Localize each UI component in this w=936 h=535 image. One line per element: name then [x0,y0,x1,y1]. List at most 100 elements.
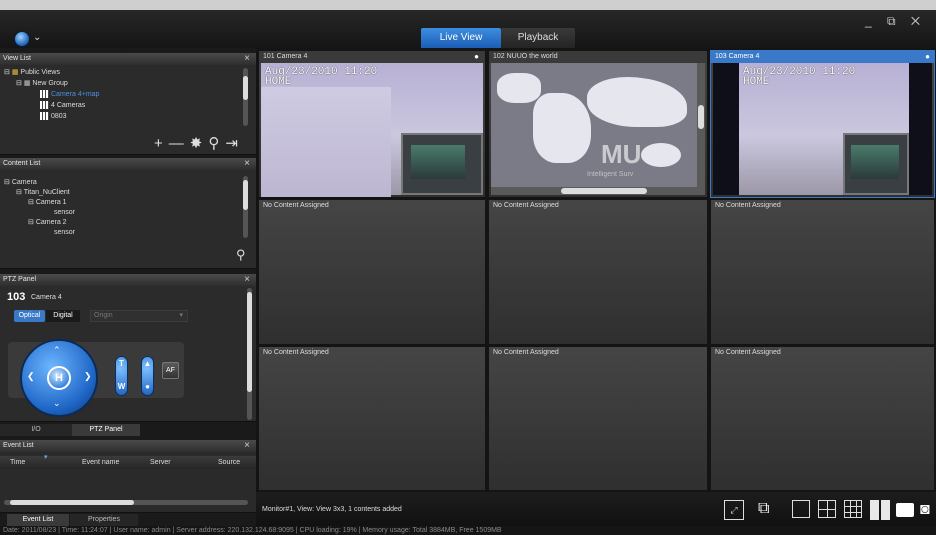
layout-3x3-icon[interactable] [844,500,862,518]
arrow-left-icon[interactable]: ❮ [27,371,35,382]
map-cell-102[interactable]: 102 NUUO the world MU Intelligent Surv [489,51,707,197]
tab-live-view[interactable]: Live View [421,28,501,48]
horizontal-scrollbar[interactable] [491,187,705,195]
empty-cell[interactable]: No Content Assigned [259,347,485,490]
view-grid-icon [40,101,49,110]
focus-control[interactable]: ▲ ● [141,356,154,396]
empty-cell[interactable]: No Content Assigned [489,200,707,344]
layout-1x1-icon[interactable] [792,500,810,518]
camera-osd-timestamp: Aug/23/2010 11:20 HOME [743,66,856,88]
window-controls[interactable]: _ ⧉ ✕ [865,14,926,29]
view-more-icon[interactable] [896,503,914,517]
layout-custom-icon[interactable] [870,500,890,520]
content-list-header: Content List × [0,158,256,170]
cell-title: No Content Assigned [715,349,781,356]
ptz-panel-title: PTZ Panel [3,276,37,283]
app-menu-globe-icon[interactable] [14,31,30,47]
sort-icon: ▾ [44,454,48,461]
layout-2x2-icon[interactable] [818,500,836,518]
tree-item-camera-4-map[interactable]: Camera 4+map [40,90,99,100]
snapshot-camera-icon[interactable]: ◙ [920,500,936,520]
view-list-toolbar[interactable]: +—✸⚲⇥ [154,136,244,151]
horizontal-scrollbar[interactable] [4,500,248,505]
switch-monitor-icon[interactable]: ⧉ [758,500,778,520]
empty-cell[interactable]: No Content Assigned [711,200,934,344]
tree-item-camera[interactable]: ⊟ Camera [4,178,37,188]
empty-cell[interactable]: No Content Assigned [259,200,485,344]
arrow-down-icon[interactable]: ⌄ [53,398,61,409]
content-list-title: Content List [3,160,41,167]
map-watermark: MU [601,139,642,169]
vertical-scrollbar[interactable] [697,63,705,187]
camera-video-feed: Aug/23/2010 11:20 HOME [261,63,483,197]
tree-item-sensor[interactable]: sensor [54,208,75,218]
cell-title: 101 Camera 4 [259,51,485,63]
view-list-panel: ⊟ ▦ Public Views ⊟ ▦ New Group Camera 4+… [0,65,256,155]
mode-optical-button[interactable]: Optical [14,310,45,322]
tree-item-public-views[interactable]: ⊟ ▦ Public Views [4,68,60,78]
close-icon[interactable]: × [244,53,250,64]
column-time[interactable]: Time [10,456,25,469]
search-icon[interactable]: ⚲ [236,248,246,261]
tree-item-4-cameras[interactable]: 4 Cameras [40,101,85,111]
cell-title: 102 NUUO the world [489,51,707,63]
monitor-status-text: Monitor#1, View: View 3x3, 1 contents ad… [262,506,402,513]
close-icon[interactable]: × [244,440,250,451]
column-event-name[interactable]: Event name [82,456,119,469]
cell-title: No Content Assigned [493,349,559,356]
scrollbar[interactable] [243,68,248,126]
view-list-header: View List × [0,53,256,65]
close-icon[interactable]: × [244,158,250,169]
tab-properties[interactable]: Properties [70,514,138,526]
tree-item-new-group[interactable]: ⊟ ▦ New Group [16,79,68,89]
zoom-tele-wide-control[interactable]: TW [115,356,128,396]
cell-title: No Content Assigned [493,202,559,209]
event-list-header: Event List × [0,440,256,452]
arrow-right-icon[interactable]: ❯ [84,371,92,382]
close-icon[interactable]: × [244,274,250,285]
camera-cell-101[interactable]: 101 Camera 4 ● Aug/23/2010 11:20 HOME [259,51,485,197]
event-list-panel: Time ▾ Event name Server Source [0,452,256,513]
empty-cell[interactable]: No Content Assigned [489,347,707,490]
tree-item-camera-1[interactable]: ⊟ Camera 1 [28,198,67,208]
ptz-home-button[interactable]: H [47,366,71,390]
tree-item-titan-nuclient[interactable]: ⊟ Titan_NuClient [16,188,70,198]
arrow-up-icon[interactable]: ⌃ [53,345,61,356]
mode-digital-button[interactable]: Digital [46,310,80,322]
view-grid-icon [40,112,49,121]
content-list-panel: ⊟ Camera ⊟ Titan_NuClient ⊟ Camera 1 sen… [0,170,256,269]
top-strip [0,0,936,10]
add-icon: + [154,135,169,152]
ptz-panel-header: PTZ Panel × [0,274,256,286]
column-server[interactable]: Server [150,456,171,469]
camera-cell-103[interactable]: 103 Camera 4 ● Aug/23/2010 11:20 HOME [710,50,935,198]
info-icon[interactable]: ● [474,52,479,61]
status-bar: Date: 2011/08/23 | Time: 11:24:07 | User… [0,526,936,535]
cell-title: No Content Assigned [263,202,329,209]
tree-item-0803[interactable]: 0803 [40,112,67,122]
empty-cell[interactable]: No Content Assigned [711,347,934,490]
tree-item-sensor[interactable]: sensor [54,228,75,238]
tree-item-camera-2[interactable]: ⊟ Camera 2 [28,218,67,228]
search-icon: ⚲ [208,135,226,152]
tab-event-list[interactable]: Event List [7,514,69,526]
export-icon: ⇥ [225,135,244,152]
scrollbar[interactable] [243,176,248,238]
remove-icon: — [168,135,190,152]
ptz-camera-id: 103 [7,291,26,303]
tab-io[interactable]: I/O [0,424,72,436]
camera-video-feed: Aug/23/2010 11:20 HOME [713,63,932,195]
cell-title: No Content Assigned [263,349,329,356]
cell-title: No Content Assigned [715,202,781,209]
fullscreen-icon[interactable]: ⤢ [724,500,744,520]
tab-playback[interactable]: Playback [501,28,575,48]
event-list-title: Event List [3,442,34,449]
autofocus-button[interactable]: AF [162,362,179,379]
origin-select[interactable]: Origin ▾ [90,310,188,322]
ptz-camera-name: Camera 4 [31,294,62,301]
info-icon[interactable]: ● [925,52,930,61]
tab-ptz-panel[interactable]: PTZ Panel [72,424,140,436]
chevron-down-icon[interactable]: ⌄ [33,32,41,43]
column-source[interactable]: Source [218,456,240,469]
scrollbar[interactable] [247,288,252,420]
